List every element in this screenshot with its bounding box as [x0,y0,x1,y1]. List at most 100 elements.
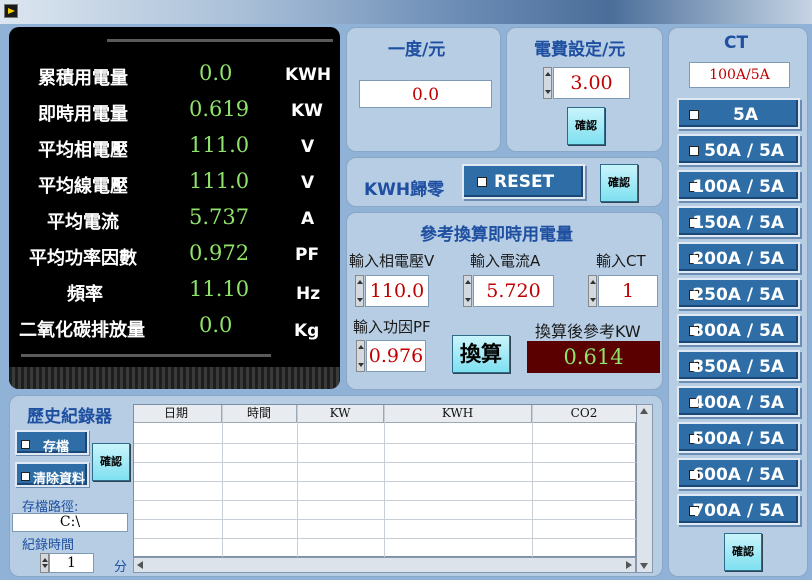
table-row [134,443,637,444]
metric-value: 11.10 [189,277,250,301]
clear-checkbox-icon [21,472,30,481]
calc-title: 參考換算即時用電量 [420,225,573,245]
history-title: 歷史紀錄器 [27,407,112,427]
ct-input-label: 輸入CT [596,252,646,270]
column-header-kw[interactable]: KW [297,405,384,423]
metric-unit: KWH [285,65,332,85]
save-path-input[interactable]: C:\ [12,513,128,532]
metric-unit: V [301,173,315,193]
ct-option-500a[interactable]: 500A / 5A [677,422,800,453]
table-row [134,462,637,463]
ct-option-600a[interactable]: 600A / 5A [677,458,800,489]
ct-option-label: 250A / 5A [692,285,784,305]
metric-label: 即時用電量 [38,104,128,125]
metric-unit: KW [291,101,323,121]
reset-button-label: RESET [494,172,555,192]
interval-unit: 分 [114,560,128,575]
voltage-stepper[interactable] [355,275,364,307]
history-confirm-button[interactable]: 確認 [92,443,130,481]
metric-label: 二氧化碳排放量 [19,320,145,341]
title-bar [0,0,812,24]
ct-option-400a[interactable]: 400A / 5A [677,386,800,417]
vertical-scrollbar[interactable] [636,404,653,573]
calculate-button[interactable]: 換算 [452,335,510,373]
metric-unit: PF [295,245,320,265]
ct-option-100a[interactable]: 100A / 5A [677,170,800,201]
table-row [134,538,637,539]
reset-title: KWH歸零 [364,180,445,200]
per-kwh-title: 一度/元 [388,40,446,60]
horizontal-scrollbar[interactable] [133,557,636,573]
kwh-reset-button[interactable]: RESET [462,164,585,199]
interval-input[interactable]: 1 [49,553,94,573]
divider [21,354,271,357]
result-label: 換算後參考KW [535,322,641,341]
metric-unit: A [301,209,315,229]
ct-input[interactable]: 1 [598,275,658,307]
ct-option-300a[interactable]: 300A / 5A [677,314,800,345]
reset-confirm-button[interactable]: 確認 [600,164,638,202]
interval-stepper[interactable] [40,553,49,573]
per-kwh-display: 0.0 [359,80,492,108]
history-table[interactable]: 日期 時間 KW KWH CO2 [133,404,637,558]
ct-option-label: 100A / 5A [692,177,784,197]
ct-option-label: 700A / 5A [692,501,784,521]
current-stepper[interactable] [463,275,472,307]
scroll-down-icon[interactable] [640,563,648,569]
metric-unit: Kg [294,321,320,341]
ct-option-150a[interactable]: 150A / 5A [677,206,800,237]
result-display: 0.614 [527,341,660,373]
cost-confirm-button[interactable]: 確認 [567,107,605,145]
column-header-co2[interactable]: CO2 [532,405,637,423]
scroll-right-icon[interactable] [626,561,632,569]
ct-option-label: 400A / 5A [692,393,784,413]
metric-value: 0.0 [199,61,233,85]
ct-option-label: 350A / 5A [692,357,784,377]
column-header-date[interactable]: 日期 [134,405,222,423]
cost-setting-title: 電費設定/元 [534,40,626,60]
ct-option-50a[interactable]: 50A / 5A [677,134,800,165]
ct-option-label: 5A [733,105,758,125]
ct-option-350a[interactable]: 350A / 5A [677,350,800,381]
measurement-panel: 累積用電量 0.0 KWH 即時用電量 0.619 KW 平均相電壓 111.0… [9,27,340,389]
current-input[interactable]: 5.720 [473,275,554,307]
metric-unit: V [301,137,315,157]
cost-setting-input[interactable]: 3.00 [553,67,630,99]
ct-option-250a[interactable]: 250A / 5A [677,278,800,309]
column-header-kwh[interactable]: KWH [384,405,532,423]
ct-option-200a[interactable]: 200A / 5A [677,242,800,273]
metric-label: 平均相電壓 [38,140,128,161]
voltage-input[interactable]: 110.0 [365,275,429,307]
metric-label: 累積用電量 [38,68,128,89]
interval-label: 紀錄時間 [22,538,75,553]
metric-unit: Hz [296,284,321,304]
voltage-label: 輸入相電壓V [349,252,435,270]
column-header-time[interactable]: 時間 [222,405,297,423]
ct-option-label: 150A / 5A [692,213,784,233]
clear-data-button[interactable]: 清除資料 [15,462,89,487]
pf-input[interactable]: 0.976 [366,340,426,372]
ct-input-stepper[interactable] [588,275,597,307]
table-row [134,481,637,482]
table-row [134,519,637,520]
divider [107,39,333,42]
panel-stripe [9,367,340,389]
pf-stepper[interactable] [356,340,365,372]
save-checkbox-icon [21,440,30,449]
metric-value: 0.619 [189,97,250,121]
metric-value: 0.972 [189,241,250,265]
metric-value: 0.0 [199,313,233,337]
ct-confirm-button[interactable]: 確認 [724,533,762,571]
ct-option-5a[interactable]: 5A [677,98,800,129]
metric-label: 頻率 [67,284,103,305]
metric-value: 111.0 [189,133,250,157]
ct-option-label: 50A / 5A [704,141,784,161]
scroll-up-icon[interactable] [640,408,648,414]
cost-setting-stepper[interactable] [543,67,552,99]
metric-value: 5.737 [189,205,250,229]
save-button[interactable]: 存檔 [15,430,89,455]
labview-run-icon[interactable] [4,4,18,18]
ct-option-700a[interactable]: 700A / 5A [677,494,800,525]
scroll-left-icon[interactable] [137,561,143,569]
pf-label: 輸入功因PF [353,318,431,336]
